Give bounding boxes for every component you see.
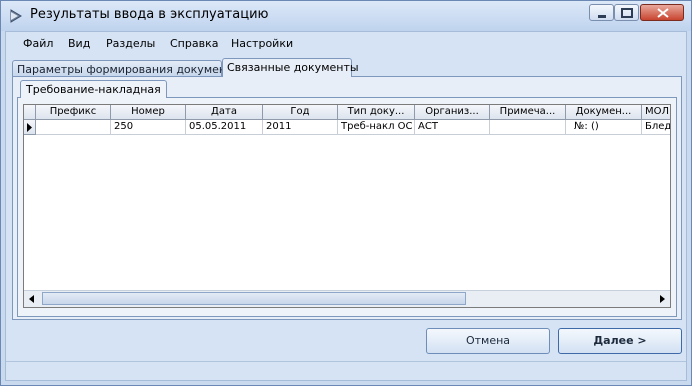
tab-requisition-invoice[interactable]: Требование-накладная: [20, 80, 167, 98]
menu-settings[interactable]: Настройки: [231, 37, 293, 50]
current-row-arrow-icon: [27, 123, 32, 132]
client-area: Файл Вид Разделы Справка Настройки Парам…: [5, 31, 687, 381]
documents-grid[interactable]: Префикс Номер Дата Год Тип доку... Орган…: [23, 104, 671, 308]
column-header-organization[interactable]: Организ...: [415, 105, 490, 120]
tab-linked-documents[interactable]: Связанные документы: [222, 58, 359, 77]
column-header-date[interactable]: Дата: [186, 105, 263, 120]
main-window: Результаты ввода в эксплуатацию Файл Вид…: [0, 0, 692, 386]
cell-date[interactable]: 05.05.2011: [186, 120, 263, 135]
column-header-note[interactable]: Примеча...: [490, 105, 566, 120]
row-indicator[interactable]: [24, 120, 36, 135]
scroll-left-icon: [29, 295, 34, 303]
scroll-right-button[interactable]: [654, 291, 670, 307]
column-header-document[interactable]: Докумен...: [566, 105, 642, 120]
tab-document-params[interactable]: Параметры формирования документов: [12, 60, 246, 76]
close-icon: [657, 8, 669, 18]
title-bar[interactable]: Результаты ввода в эксплуатацию: [1, 1, 691, 31]
menu-view[interactable]: Вид: [68, 37, 90, 50]
scroll-right-icon: [660, 295, 665, 303]
cell-document[interactable]: №: (): [566, 120, 642, 135]
column-header-number[interactable]: Номер: [111, 105, 186, 120]
close-button[interactable]: [640, 4, 684, 21]
cell-organization[interactable]: АСТ: [415, 120, 490, 135]
arrow-app-icon: [10, 9, 22, 23]
cell-year[interactable]: 2011: [263, 120, 338, 135]
column-header-year[interactable]: Год: [263, 105, 338, 120]
menu-file[interactable]: Файл: [23, 37, 53, 50]
cell-mol[interactable]: Блед: [642, 120, 670, 135]
maximize-icon: [621, 8, 633, 18]
minimize-button[interactable]: [589, 4, 614, 21]
column-header-doc-type[interactable]: Тип доку...: [338, 105, 415, 120]
cell-number[interactable]: 250: [111, 120, 186, 135]
next-button[interactable]: Далее >: [558, 328, 682, 354]
cell-note[interactable]: [490, 120, 566, 135]
cell-prefix[interactable]: [36, 120, 111, 135]
cancel-button[interactable]: Отмена: [426, 328, 550, 354]
status-bar: [6, 361, 686, 380]
maximize-button[interactable]: [614, 4, 639, 21]
window-title: Результаты ввода в эксплуатацию: [30, 7, 269, 22]
column-header-prefix[interactable]: Префикс: [36, 105, 111, 120]
cell-doc-type[interactable]: Треб-накл ОС: [338, 120, 415, 135]
column-header-mol[interactable]: МОЛ: [642, 105, 670, 120]
horizontal-scrollbar[interactable]: [24, 290, 670, 307]
minimize-icon: [598, 15, 606, 18]
header-indicator: [24, 105, 36, 120]
menu-help[interactable]: Справка: [170, 37, 218, 50]
scroll-thumb[interactable]: [42, 292, 466, 305]
requisition-invoice-panel: Префикс Номер Дата Год Тип доку... Орган…: [17, 97, 677, 317]
menu-sections[interactable]: Разделы: [106, 37, 155, 50]
linked-documents-panel: Требование-накладная Префикс Номер Дата …: [12, 76, 682, 320]
scroll-left-button[interactable]: [24, 291, 40, 307]
menu-bar: Файл Вид Разделы Справка Настройки: [6, 32, 686, 56]
